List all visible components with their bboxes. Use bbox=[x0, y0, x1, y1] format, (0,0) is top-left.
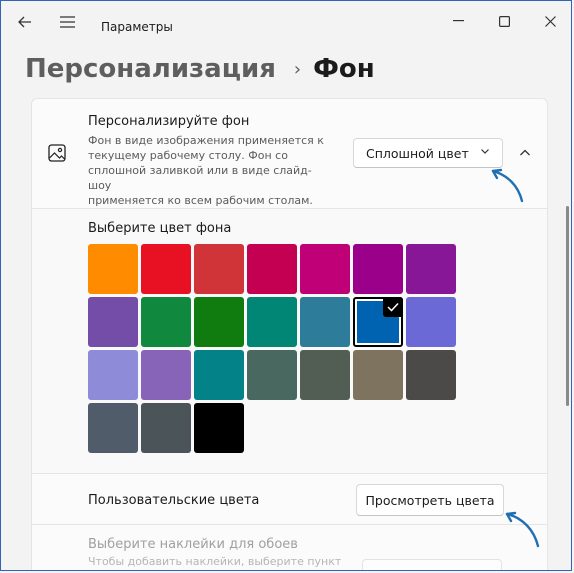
description-line: Фон в виде изображения применяется к bbox=[88, 134, 324, 147]
breadcrumb: Персонализация › Фон bbox=[25, 49, 375, 89]
add-stickers-button[interactable] bbox=[362, 559, 502, 570]
back-arrow-icon[interactable] bbox=[13, 11, 37, 33]
chevron-up-icon[interactable] bbox=[512, 140, 538, 166]
background-type-dropdown[interactable]: Сплошной цвет bbox=[353, 138, 503, 168]
color-swatch[interactable] bbox=[247, 297, 297, 347]
color-swatch[interactable] bbox=[88, 350, 138, 400]
stickers-description: Чтобы добавить наклейки, выберите пункт bbox=[88, 555, 342, 568]
description-line: текущему рабочему столу. Фон со bbox=[88, 149, 288, 162]
page-title: Фон bbox=[313, 54, 375, 84]
custom-colors-label: Пользовательские цвета bbox=[88, 493, 260, 508]
dropdown-value: Сплошной цвет bbox=[366, 145, 469, 161]
description-line: применяется ко всем рабочим столам. bbox=[88, 194, 313, 207]
close-icon[interactable] bbox=[527, 7, 571, 35]
color-swatch[interactable] bbox=[88, 297, 138, 347]
color-swatch[interactable] bbox=[406, 297, 456, 347]
color-swatch[interactable] bbox=[88, 403, 138, 453]
checkmark-icon bbox=[383, 297, 403, 317]
color-swatch[interactable] bbox=[194, 297, 244, 347]
color-swatch[interactable] bbox=[406, 244, 456, 294]
color-swatch[interactable] bbox=[353, 297, 403, 347]
color-swatch[interactable] bbox=[353, 350, 403, 400]
stickers-title: Выберите наклейки для обоев bbox=[88, 537, 298, 552]
background-setting-title: Персонализируйте фон bbox=[88, 114, 250, 129]
maximize-icon[interactable] bbox=[481, 7, 527, 35]
color-swatch[interactable] bbox=[247, 350, 297, 400]
color-swatch[interactable] bbox=[141, 350, 191, 400]
color-swatch[interactable] bbox=[300, 244, 350, 294]
color-swatch[interactable] bbox=[247, 244, 297, 294]
color-swatch[interactable] bbox=[194, 350, 244, 400]
stickers-card: Выберите наклейки для обоев Чтобы добави… bbox=[31, 524, 548, 570]
hamburger-menu-icon[interactable] bbox=[55, 11, 79, 33]
breadcrumb-parent[interactable]: Персонализация bbox=[25, 54, 276, 84]
color-swatch[interactable] bbox=[141, 297, 191, 347]
image-icon bbox=[48, 144, 66, 162]
color-swatch[interactable] bbox=[353, 244, 403, 294]
color-picker-title: Выберите цвет фона bbox=[88, 221, 232, 236]
color-swatch[interactable] bbox=[141, 403, 191, 453]
breadcrumb-separator: › bbox=[293, 58, 302, 80]
app-title: Параметры bbox=[101, 20, 173, 34]
custom-colors-card: Пользовательские цвета Просмотреть цвета bbox=[31, 473, 548, 525]
color-swatch[interactable] bbox=[194, 244, 244, 294]
description-line: сплошной заливкой или в виде слайд-шоу bbox=[88, 164, 312, 192]
minimize-icon[interactable] bbox=[435, 7, 481, 35]
color-swatch[interactable] bbox=[300, 297, 350, 347]
color-swatch[interactable] bbox=[141, 244, 191, 294]
background-color-card: Выберите цвет фона bbox=[31, 208, 548, 474]
settings-window: Параметры Персонализация › Фон Персонали… bbox=[0, 0, 572, 571]
chevron-down-icon bbox=[480, 146, 490, 159]
scrollbar[interactable] bbox=[566, 206, 569, 406]
view-colors-button[interactable]: Просмотреть цвета bbox=[356, 484, 504, 516]
color-swatch[interactable] bbox=[194, 403, 244, 453]
color-swatch[interactable] bbox=[300, 350, 350, 400]
background-setting-description: Фон в виде изображения применяется к тек… bbox=[88, 133, 328, 208]
color-swatch[interactable] bbox=[406, 350, 456, 400]
personalize-background-card: Персонализируйте фон Фон в виде изображе… bbox=[31, 98, 548, 209]
title-bar: Параметры bbox=[1, 1, 571, 41]
color-swatch[interactable] bbox=[88, 244, 138, 294]
